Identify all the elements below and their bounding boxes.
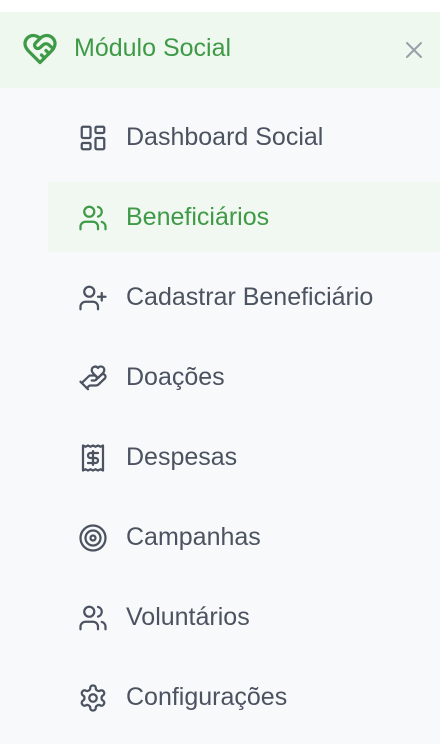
nav-item-cadastrar-beneficiario[interactable]: Cadastrar Beneficiário: [48, 262, 440, 332]
nav-item-label: Campanhas: [126, 523, 261, 551]
nav-item-configuracoes[interactable]: Configurações: [48, 662, 440, 732]
target-icon: [78, 523, 108, 553]
nav-item-beneficiarios[interactable]: Beneficiários: [48, 182, 440, 252]
receipt-icon: [78, 443, 108, 473]
nav-item-label: Voluntários: [126, 603, 250, 631]
nav-item-doacoes[interactable]: Doações: [48, 342, 440, 412]
hand-heart-icon: [78, 363, 108, 393]
settings-icon: [78, 683, 108, 713]
nav-item-dashboard-social[interactable]: Dashboard Social: [48, 102, 440, 172]
user-plus-icon: [78, 283, 108, 313]
nav-item-label: Configurações: [126, 683, 288, 711]
nav-item-label: Despesas: [126, 443, 238, 471]
nav-item-label: Dashboard Social: [126, 123, 324, 151]
nav-item-label: Doações: [126, 363, 225, 391]
users-icon: [78, 603, 108, 633]
sidebar-panel: Módulo Social Dashboard Social Beneficiá…: [0, 12, 440, 744]
users-icon: [78, 203, 108, 233]
layout-dashboard-icon: [78, 123, 108, 153]
sidebar-nav: Dashboard Social Beneficiários Cadastrar…: [0, 12, 440, 744]
nav-item-campanhas[interactable]: Campanhas: [48, 502, 440, 572]
nav-item-label: Beneficiários: [126, 203, 270, 231]
nav-item-voluntarios[interactable]: Voluntários: [48, 582, 440, 652]
nav-item-label: Cadastrar Beneficiário: [126, 283, 374, 311]
nav-item-despesas[interactable]: Despesas: [48, 422, 440, 492]
